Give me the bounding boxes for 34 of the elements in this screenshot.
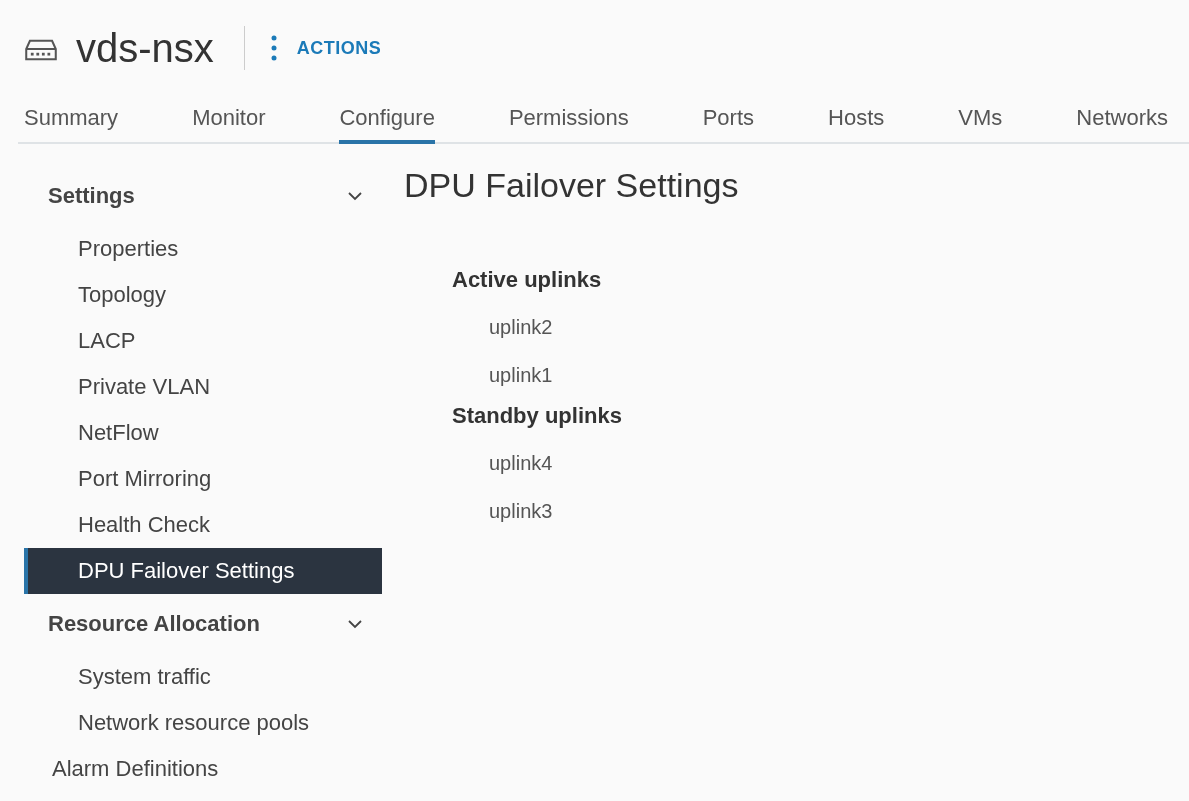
tab[interactable]: VMs: [958, 96, 1003, 144]
uplink-name: uplink4: [488, 451, 554, 476]
chevron-icon: [348, 191, 362, 201]
switch-icon: [24, 38, 58, 62]
uplink-name: uplink3: [488, 499, 554, 524]
sidebar-item[interactable]: Health Check: [24, 502, 382, 548]
sidebar-item[interactable]: Alarm Definitions: [24, 746, 382, 792]
more-icon: [270, 35, 277, 61]
tab[interactable]: Configure: [339, 96, 435, 144]
uplink-name: uplink2: [488, 315, 554, 340]
object-title: vds-nsx: [76, 25, 214, 71]
tab[interactable]: Networks: [1076, 96, 1168, 144]
tab[interactable]: Hosts: [828, 96, 885, 144]
uplink-name: uplink1: [488, 363, 554, 388]
tab[interactable]: Permissions: [508, 96, 629, 144]
actions-button[interactable]: ACTIONS: [270, 35, 382, 61]
tab[interactable]: Monitor: [192, 96, 266, 144]
sidebar-item[interactable]: Port Mirroring: [24, 456, 382, 502]
sidebar-item[interactable]: Topology: [24, 272, 382, 318]
sidebar-item[interactable]: NetFlow: [24, 410, 382, 456]
sidebar-item[interactable]: Network resource pools: [24, 700, 382, 746]
sidebar-item[interactable]: Properties: [24, 226, 382, 272]
chevron-icon: [348, 619, 362, 629]
section-heading: Standby uplinks: [452, 403, 623, 430]
sidebar-item[interactable]: System traffic: [24, 654, 382, 700]
sidebar-item[interactable]: LACP: [24, 318, 382, 364]
sidebar-item[interactable]: DPU Failover Settings: [24, 548, 382, 594]
tab[interactable]: Ports: [702, 96, 755, 144]
tab[interactable]: Summary: [24, 96, 119, 144]
section-heading: Active uplinks: [452, 267, 603, 294]
sidebar-group-header[interactable]: Settings: [24, 172, 382, 220]
sidebar-group-header[interactable]: Resource Allocation: [24, 600, 382, 648]
sidebar-item[interactable]: Private VLAN: [24, 364, 382, 410]
page-heading: DPU Failover Settings: [404, 166, 739, 205]
